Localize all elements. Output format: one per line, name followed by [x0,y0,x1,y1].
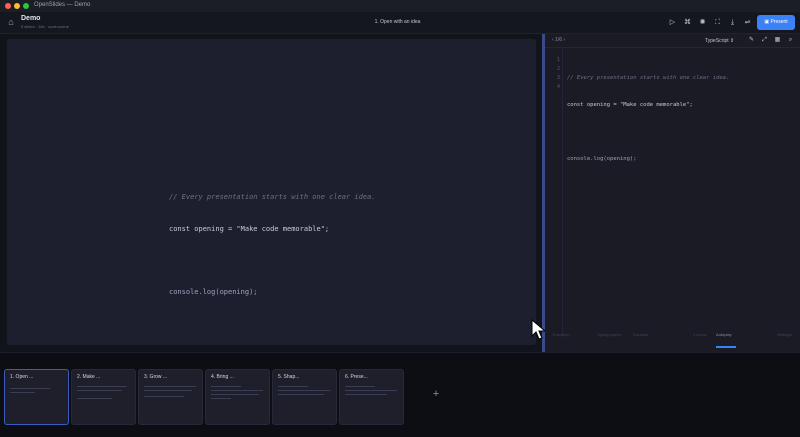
stage-code-block: // Every presentation starts with one cl… [169,171,376,318]
expand-icon[interactable]: ⤢ [760,36,769,45]
gutter-divider [562,48,563,338]
minimize-window-button[interactable] [14,3,20,9]
slide-thumbnail[interactable]: 3. Grow ... [138,369,203,425]
focus-icon[interactable]: ⛶ [713,18,722,27]
download-icon[interactable]: ⤓ [728,18,737,27]
line-number: 3 [556,75,560,81]
typing-speed-setting[interactable]: Typing speed [597,332,621,337]
app-header: ⌂ Demo 5 slides · 16s · code-scene 1. Op… [0,12,800,34]
slide-thumbnail[interactable]: 6. Prese... [339,369,404,425]
document-name[interactable]: Demo [21,15,40,22]
thumb-code-line [345,394,387,395]
slide-thumbnail-label: 2. Make ... [77,374,101,380]
present-button[interactable]: ▣ Present [757,15,795,30]
thumb-code-line [211,398,231,399]
thumb-code-line [211,390,263,391]
thumb-code-line [10,392,35,393]
sun-icon[interactable]: ✺ [698,18,707,27]
language-label: TypeScript [705,38,729,44]
slide-thumbnail-label: 1. Open ... [10,374,34,380]
line-numbers: 1 2 3 4 [545,56,560,92]
thumb-code-line [77,398,112,399]
wand-icon[interactable]: ✎ [747,36,756,45]
title-bar: OpenSlides — Demo [0,0,800,12]
slide-thumbnail-label: 6. Prese... [345,374,368,380]
sliders-icon[interactable]: ⇌ [743,18,752,27]
scene-count: 1 scene [693,332,708,337]
line-number: 1 [556,57,560,63]
slide-thumbnail[interactable]: 4. Bring ... [205,369,270,425]
command-icon[interactable]: ⌘ [683,18,692,27]
code-editor-panel: ‹ 1/6 › TypeScript ⇕ ✎ ⤢ ▦ ⌕ 1 2 3 4 // … [545,34,800,352]
search-icon[interactable]: ⌕ [786,36,795,45]
code-line: const opening = "Make code memorable"; [567,102,693,108]
thumb-code-line [345,386,375,387]
thumb-code-line [77,390,122,391]
slide-thumbnail[interactable]: 5. Shap... [272,369,337,425]
line-number: 4 [556,84,560,90]
slide-thumbnail-label: 4. Bring ... [211,374,234,380]
home-icon[interactable]: ⌂ [6,17,16,27]
transition-setting[interactable]: Transition [552,332,569,337]
document-meta: 5 slides · 16s · code-scene [21,24,69,29]
thumb-code-line [278,386,308,387]
present-label: Present [770,19,788,25]
plus-icon[interactable]: + [430,388,442,400]
stage-code-line: const opening = "Make code memorable"; [169,224,330,233]
slide-nav-label: 1/6 [555,37,563,43]
line-number: 2 [556,66,560,72]
editor-footer: Transition Typing speed Duration 1 scene… [545,328,800,342]
thumb-code-line [77,386,127,387]
editor-toolbar: ‹ 1/6 › TypeScript ⇕ ✎ ⤢ ▦ ⌕ [545,34,800,48]
slide-thumbnail[interactable]: 1. Open ... [4,369,69,425]
thumb-code-line [144,386,196,387]
code-line: console.log(opening); [567,156,637,162]
grid-icon[interactable]: ▦ [773,36,782,45]
stage-code-line [169,255,376,266]
thumb-code-line [345,390,397,391]
slide-thumbnail-label: 5. Shap... [278,374,300,380]
close-window-button[interactable] [5,3,11,9]
thumb-code-line [211,394,259,395]
stage-area: // Every presentation starts with one cl… [0,34,542,352]
slide-nav[interactable]: ‹ 1/6 › [552,37,565,43]
thumb-code-line [10,388,50,389]
autoplay-tab[interactable]: Autoplay [716,332,732,337]
thumb-code-line [278,390,330,391]
active-tab-indicator [716,346,736,348]
slide-canvas[interactable]: // Every presentation starts with one cl… [7,39,536,345]
code-input[interactable]: // Every presentation starts with one cl… [567,56,729,182]
settings-tab[interactable]: Settings [777,332,791,337]
window-title: OpenSlides — Demo [34,2,91,8]
slide-filmstrip: 1. Open ... 2. Make ... 3. Grow ... 4. B… [0,352,800,437]
current-slide-title: 1. Open with an idea [374,19,421,25]
language-select[interactable]: TypeScript ⇕ [705,37,744,45]
stage-code-line: // Every presentation starts with one cl… [169,193,376,201]
thumb-code-line [144,396,184,397]
duration-setting[interactable]: Duration [633,332,648,337]
slide-thumbnail[interactable]: 2. Make ... [71,369,136,425]
thumb-code-line [278,394,324,395]
slide-thumbnail-label: 3. Grow ... [144,374,168,380]
code-line: // Every presentation starts with one cl… [567,75,730,81]
thumb-code-line [144,390,192,391]
maximize-window-button[interactable] [23,3,29,9]
stage-code-line: console.log(opening); [169,287,258,296]
play-icon[interactable]: ▷ [668,18,677,27]
thumb-code-line [211,386,241,387]
